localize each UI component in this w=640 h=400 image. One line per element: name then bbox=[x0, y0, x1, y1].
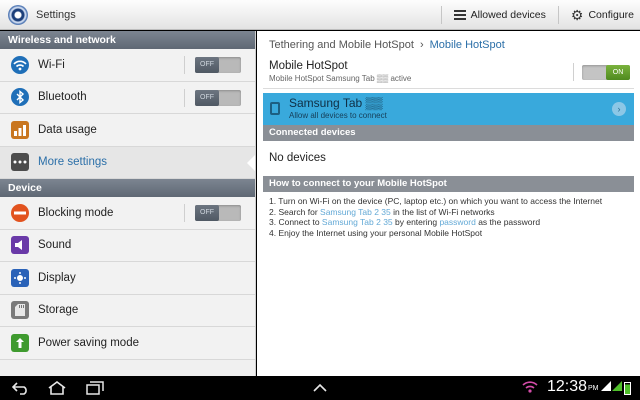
display-icon bbox=[11, 268, 29, 287]
device-name: Samsung Tab ▒▒ bbox=[289, 96, 383, 110]
toggle-knob: ON bbox=[606, 65, 630, 80]
sidebar-item-label: Sound bbox=[38, 239, 72, 252]
gear-icon: ⚙ bbox=[570, 6, 584, 23]
divider bbox=[184, 56, 185, 74]
hotspot-status-icon bbox=[522, 380, 538, 397]
sidebar-item-label: Blocking mode bbox=[38, 206, 114, 219]
more-icon bbox=[11, 153, 29, 172]
divider bbox=[184, 88, 185, 107]
configure-label: Configure bbox=[588, 8, 634, 21]
sidebar-item-more-settings[interactable]: More settings bbox=[0, 146, 255, 179]
sidebar-item-power-saving[interactable]: Power saving mode bbox=[0, 327, 255, 360]
wifi-icon bbox=[601, 381, 611, 394]
allowed-devices-label: Allowed devices bbox=[470, 8, 546, 21]
sidebar-item-label: Bluetooth bbox=[38, 91, 87, 104]
sidebar-item-display[interactable]: Display bbox=[0, 262, 255, 295]
hotspot-toggle[interactable]: ON bbox=[582, 65, 630, 80]
clock-ampm: PM bbox=[588, 385, 599, 392]
wifi-toggle[interactable]: OFF bbox=[195, 57, 241, 73]
allowed-devices-button[interactable]: Allowed devices bbox=[448, 0, 552, 30]
sd-card-icon bbox=[11, 301, 29, 320]
divider bbox=[184, 204, 185, 222]
breadcrumb-parent[interactable]: Tethering and Mobile HotSpot bbox=[269, 39, 414, 51]
system-bar: 12:38 PM bbox=[0, 376, 640, 400]
settings-list: Wireless and network Wi-Fi OFF Bluetooth… bbox=[0, 31, 256, 376]
breadcrumb-current: Mobile HotSpot bbox=[429, 39, 505, 51]
chevron-right-icon: › bbox=[419, 39, 424, 51]
sidebar-item-data-usage[interactable]: Data usage bbox=[0, 114, 255, 147]
sidebar-item-label: Wi-Fi bbox=[38, 58, 65, 71]
howto-steps: 1. Turn on Wi-Fi on the device (PC, lapt… bbox=[263, 196, 634, 238]
sidebar-item-sound[interactable]: Sound bbox=[0, 229, 255, 262]
bluetooth-icon bbox=[11, 88, 29, 107]
mobile-hotspot-row[interactable]: Mobile HotSpot Mobile HotSpot Samsung Ta… bbox=[263, 59, 634, 89]
toggle-knob: OFF bbox=[195, 205, 219, 221]
selection-pointer bbox=[247, 153, 255, 172]
device-subtitle: Allow all devices to connect bbox=[289, 111, 387, 120]
detail-pane: Tethering and Mobile HotSpot › Mobile Ho… bbox=[257, 31, 640, 376]
chevron-up-icon[interactable] bbox=[312, 376, 328, 400]
howto-step-1: 1. Turn on Wi-Fi on the device (PC, lapt… bbox=[269, 196, 603, 206]
sidebar-item-bluetooth[interactable]: Bluetooth OFF bbox=[0, 81, 255, 114]
sidebar-item-label: Power saving mode bbox=[38, 336, 139, 349]
chart-icon bbox=[11, 120, 29, 139]
sidebar-item-label: More settings bbox=[38, 156, 108, 169]
connected-devices-header: Connected devices bbox=[263, 125, 634, 141]
hotspot-subtitle: Mobile HotSpot Samsung Tab ▒▒ active bbox=[269, 74, 412, 83]
sidebar-item-label: Storage bbox=[38, 304, 79, 317]
recycle-icon bbox=[11, 333, 29, 352]
howto-step-3: 3. Connect to Samsung Tab 2 35 by enteri… bbox=[269, 217, 541, 227]
divider bbox=[557, 5, 559, 24]
sidebar-item-wifi[interactable]: Wi-Fi OFF bbox=[0, 49, 255, 82]
app-title: Settings bbox=[36, 8, 76, 21]
recent-apps-icon[interactable] bbox=[86, 376, 104, 400]
sidebar-item-blocking-mode[interactable]: Blocking mode OFF bbox=[0, 197, 255, 230]
bluetooth-toggle[interactable]: OFF bbox=[195, 89, 241, 106]
menu-icon bbox=[453, 9, 466, 20]
device-list-item[interactable]: Samsung Tab ▒▒ Allow all devices to conn… bbox=[263, 93, 634, 125]
howto-step-4: 4. Enjoy the Internet using your persona… bbox=[269, 227, 483, 238]
toggle-knob: OFF bbox=[195, 89, 219, 106]
blocking-mode-toggle[interactable]: OFF bbox=[195, 205, 241, 221]
hotspot-title: Mobile HotSpot bbox=[269, 60, 348, 72]
back-icon[interactable] bbox=[11, 376, 30, 400]
section-header-wireless: Wireless and network bbox=[0, 31, 255, 49]
sidebar-item-storage[interactable]: Storage bbox=[0, 294, 255, 327]
divider bbox=[573, 63, 574, 81]
howto-step-2: 2. Search for Samsung Tab 2 35 in the li… bbox=[269, 206, 495, 217]
battery-icon bbox=[624, 382, 631, 395]
toggle-knob: OFF bbox=[195, 57, 219, 73]
home-icon[interactable] bbox=[47, 376, 67, 400]
configure-button[interactable]: ⚙ Configure bbox=[565, 0, 640, 30]
action-bar: Settings Allowed devices ⚙ Configure bbox=[0, 0, 640, 30]
speaker-icon bbox=[11, 236, 29, 255]
sidebar-item-label: Data usage bbox=[38, 123, 97, 136]
chevron-right-icon[interactable]: › bbox=[612, 102, 626, 116]
divider bbox=[440, 5, 442, 24]
clock[interactable]: 12:38 bbox=[547, 378, 587, 396]
section-header-device: Device bbox=[0, 179, 255, 197]
signal-icon bbox=[612, 381, 622, 394]
no-devices-text: No devices bbox=[269, 152, 326, 164]
minus-circle-icon bbox=[11, 203, 29, 222]
settings-icon[interactable] bbox=[8, 4, 28, 25]
breadcrumb: Tethering and Mobile HotSpot › Mobile Ho… bbox=[257, 31, 640, 59]
wifi-icon bbox=[11, 55, 29, 74]
device-icon bbox=[270, 102, 280, 115]
howto-header: How to connect to your Mobile HotSpot bbox=[263, 176, 634, 192]
sidebar-item-label: Display bbox=[38, 271, 76, 284]
